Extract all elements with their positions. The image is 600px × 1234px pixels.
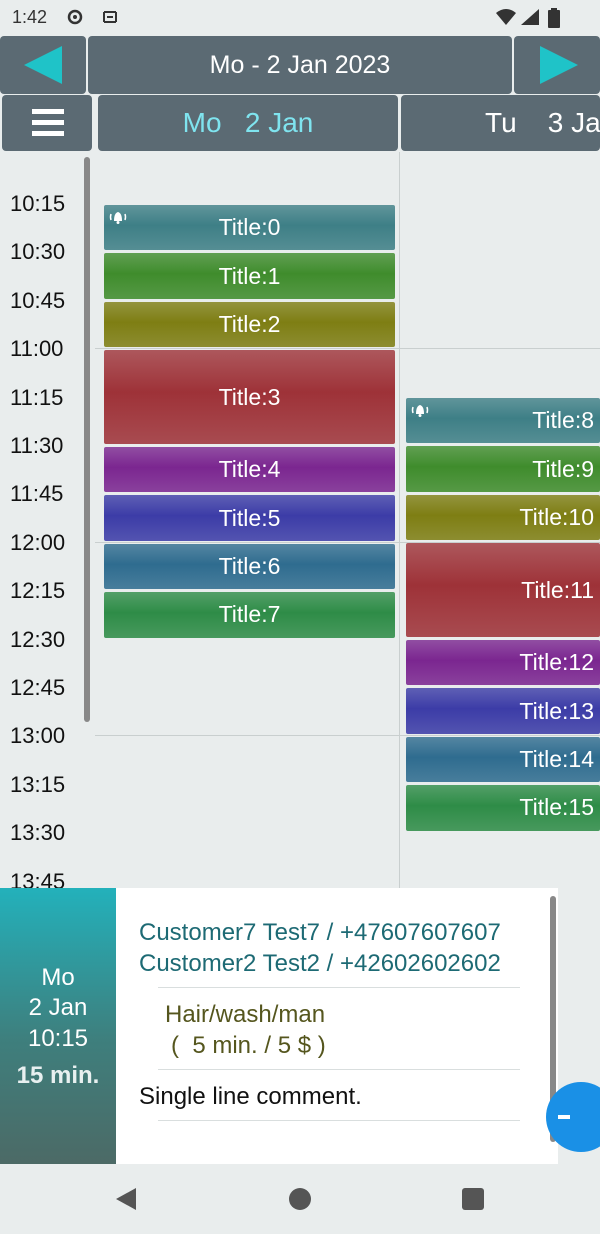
time-label: 10:30	[10, 239, 66, 265]
time-label: 12:30	[10, 626, 66, 652]
detail-date: 2 Jan	[28, 994, 88, 1021]
time-label: 11:30	[10, 433, 64, 458]
divider	[158, 1069, 520, 1070]
event-title: Title:8	[532, 407, 594, 434]
event-title: Title:4	[218, 456, 281, 483]
time-label: 11:15	[10, 384, 64, 410]
time-scrollbar[interactable]	[84, 157, 90, 722]
status-time: 1:42	[12, 7, 48, 27]
arrow-left-icon	[24, 46, 62, 84]
appointment-event[interactable]: Title:6	[104, 543, 395, 590]
day-divider	[399, 152, 400, 888]
back-icon[interactable]	[116, 1188, 136, 1210]
menu-button[interactable]	[2, 95, 92, 151]
day-date: 2 Jan	[244, 107, 314, 138]
event-title: Title:2	[218, 310, 281, 337]
event-title: Title:5	[218, 504, 281, 531]
appointment-event[interactable]: Title:0	[104, 205, 395, 251]
event-title: Title:12	[519, 649, 594, 676]
appointment-event[interactable]: Title:2	[104, 301, 395, 348]
time-label: 11:45	[10, 481, 64, 507]
customer-line[interactable]: Customer7 Test7 / +47607607607	[139, 919, 501, 947]
calendar-grid[interactable]: Title:0 Title:1 Title:2 Title:3 Title:4 Title…	[95, 152, 600, 888]
day-header-tuesday[interactable]: Tu 3 Ja	[401, 95, 600, 151]
menu-icon	[32, 109, 64, 114]
battery-icon	[548, 8, 560, 28]
event-title: Title:3	[218, 383, 281, 410]
notification-icon	[67, 9, 83, 25]
appointment-event[interactable]: Title:14	[406, 736, 600, 783]
event-title: Title:11	[521, 576, 594, 603]
event-title: Title:6	[218, 552, 281, 579]
appointment-event[interactable]: Title:4	[104, 447, 395, 493]
service-details: ( 5 min. / 5 $ )	[171, 1032, 326, 1059]
event-title: Title:7	[218, 601, 281, 628]
time-label: 13:15	[10, 771, 66, 797]
time-label: 13:30	[10, 820, 66, 846]
event-title: Title:0	[218, 214, 281, 241]
day-date: 3 Ja	[547, 107, 600, 138]
appointment-event[interactable]: Title:8	[406, 398, 600, 444]
hour-line	[95, 348, 600, 349]
event-title: Title:10	[519, 503, 594, 530]
event-title: Title:14	[519, 745, 594, 772]
time-label: 12:00	[10, 529, 66, 555]
arrow-right-icon	[540, 46, 578, 84]
service-name: Hair/wash/man	[165, 1001, 326, 1028]
divider	[158, 987, 520, 988]
time-label: 10:45	[10, 287, 66, 313]
appointment-event[interactable]: Title:5	[104, 495, 395, 541]
appointment-event[interactable]: Title:15	[406, 785, 600, 831]
hour-line	[95, 735, 600, 736]
appointment-event[interactable]: Title:9	[406, 446, 600, 492]
plus-icon	[558, 1115, 570, 1119]
customer-line[interactable]: Customer2 Test2 / +42602602602	[139, 950, 501, 978]
detail-duration: 15 min.	[16, 1062, 100, 1089]
event-title: Title:13	[519, 697, 594, 724]
time-label: 12:45	[10, 675, 66, 700]
appointment-event[interactable]: Title:10	[406, 494, 600, 541]
detail-day: Mo	[41, 964, 75, 991]
day-name: Mo	[182, 107, 222, 138]
event-title: Title:15	[519, 794, 594, 821]
date-title: Mo - 2 Jan 2023	[209, 51, 391, 79]
time-column: 10:15 10:30 10:45 11:00 11:15 11:30 11:45 12:00…	[0, 152, 95, 888]
appointment-time-panel: Mo 2 Jan 10:15 15 min.	[0, 888, 116, 1164]
signal-icon	[521, 9, 539, 25]
time-label: 10:15	[10, 191, 66, 216]
event-title: Title:9	[532, 455, 594, 482]
appointment-event[interactable]: Title:11	[406, 543, 600, 637]
divider	[158, 1120, 520, 1121]
time-label: 13:00	[10, 723, 66, 749]
time-label: 11:00	[10, 336, 64, 362]
sync-icon	[103, 11, 117, 23]
day-name: Tu	[485, 107, 517, 138]
detail-time: 10:15	[27, 1025, 89, 1052]
appointment-event[interactable]: Title:7	[104, 592, 395, 638]
appointment-comment: Single line comment.	[139, 1083, 362, 1110]
alarm-bell-icon	[109, 212, 127, 224]
recent-apps-icon[interactable]	[462, 1188, 484, 1210]
day-header-monday[interactable]: Mo 2 Jan	[98, 95, 398, 151]
home-icon[interactable]	[289, 1188, 311, 1210]
status-bar: 1:42	[0, 0, 600, 36]
appointment-event[interactable]: Title:13	[406, 688, 600, 734]
wifi-icon	[496, 9, 516, 25]
alarm-bell-icon	[411, 405, 429, 417]
event-title: Title:1	[218, 262, 281, 289]
appointment-event[interactable]: Title:1	[104, 253, 395, 299]
time-label: 12:15	[10, 578, 66, 604]
appointment-event[interactable]: Title:12	[406, 640, 600, 686]
appointment-event[interactable]: Title:3	[104, 350, 395, 444]
time-label: 13:45	[10, 868, 66, 888]
